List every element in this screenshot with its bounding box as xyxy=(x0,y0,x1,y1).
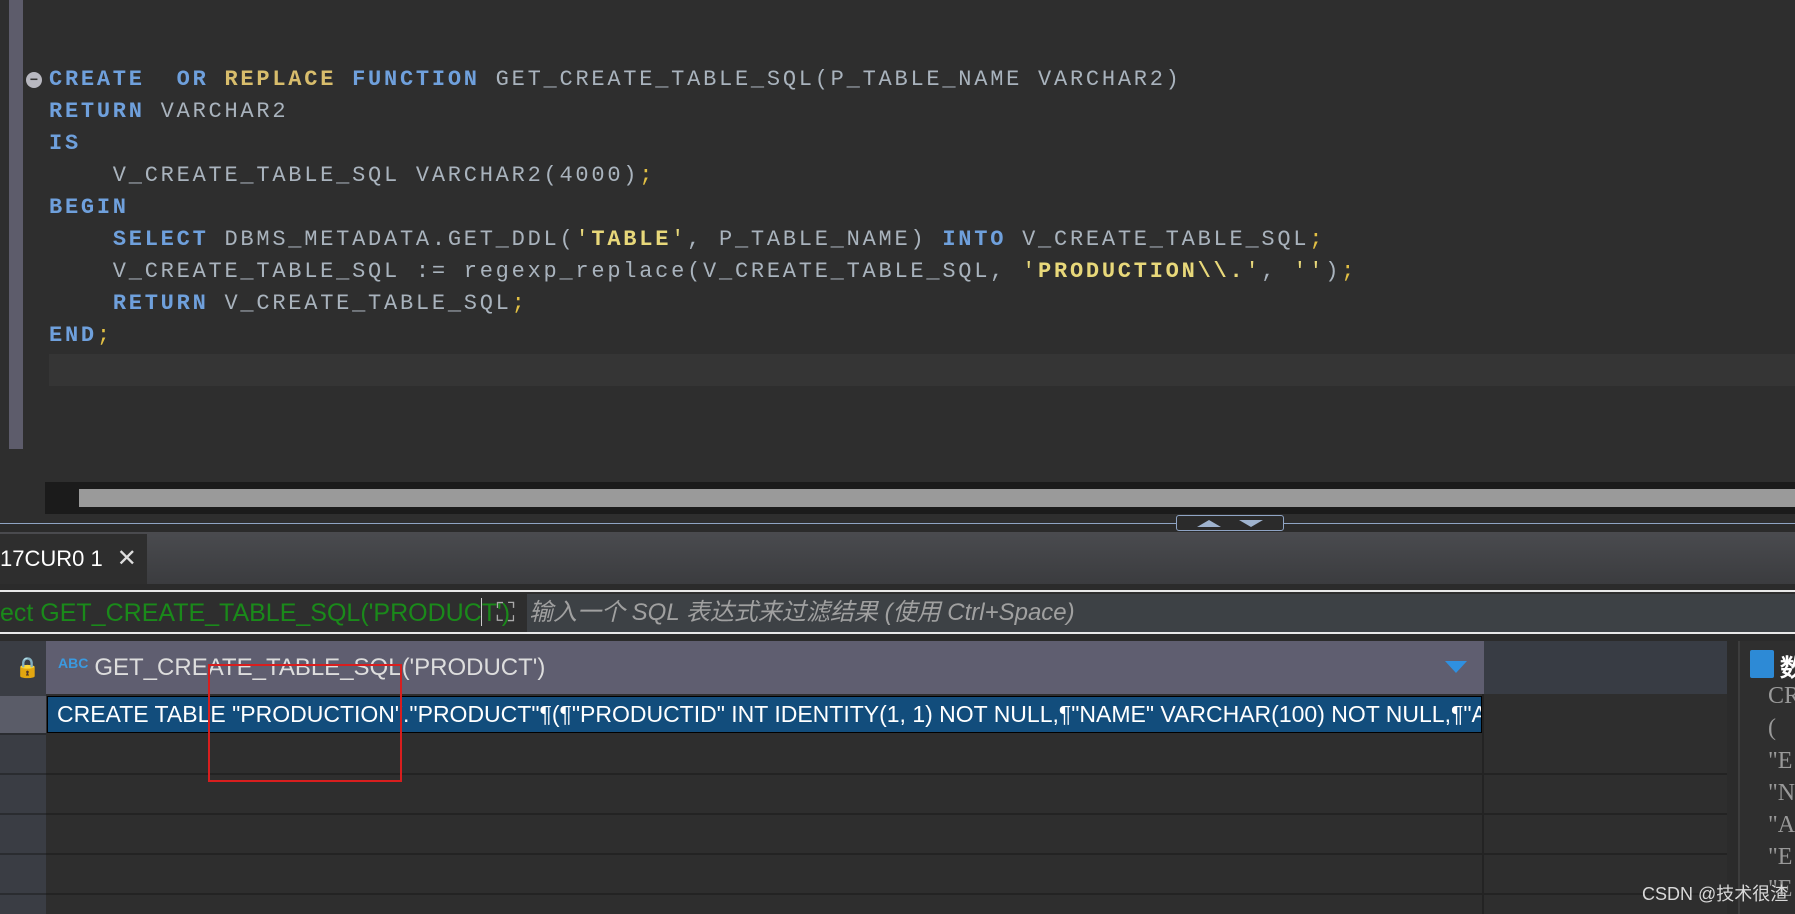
code-token: ; xyxy=(511,291,528,316)
column-divider xyxy=(1482,694,1484,914)
empty-header xyxy=(1484,641,1727,694)
divider xyxy=(481,598,482,626)
code-token: BEGIN xyxy=(49,195,129,220)
results-tab-bar xyxy=(0,532,1795,584)
splitter-handle[interactable] xyxy=(1176,515,1284,531)
panel-line: "E xyxy=(1768,748,1793,774)
code-token: , P_TABLE_NAME) xyxy=(687,227,943,252)
tab-label: 17CUR0 1 xyxy=(0,546,103,571)
code-token: OR xyxy=(176,67,209,92)
code-token: TABLE xyxy=(591,227,672,252)
code-token: VARCHAR2 xyxy=(144,99,289,124)
code-token: RETURN xyxy=(49,99,145,124)
code-line: IS xyxy=(49,128,81,160)
code-token: ; xyxy=(1309,227,1326,252)
row-number-selected[interactable] xyxy=(0,696,46,733)
grid-line xyxy=(46,813,1727,815)
tab-result[interactable]: 17CUR0 1 ✕ xyxy=(0,534,147,584)
panel-line: ( xyxy=(1768,715,1776,741)
fold-collapse-icon[interactable]: − xyxy=(26,72,42,88)
code-line: RETURN VARCHAR2 xyxy=(49,96,288,128)
panel-title: 数 xyxy=(1780,655,1795,682)
row-divider xyxy=(0,893,46,895)
code-token: V_CREATE_TABLE_SQL VARCHAR2(4000) xyxy=(49,163,640,188)
code-token: REPLACE xyxy=(224,67,337,92)
code-line: SELECT DBMS_METADATA.GET_DDL('TABLE', P_… xyxy=(49,224,1325,256)
code-token: ; xyxy=(96,323,113,348)
query-text: ect GET_CREATE_TABLE_SQL('PRODUCT') xyxy=(0,599,511,627)
code-line: END; xyxy=(49,320,113,352)
code-token: V_CREATE_TABLE_SQL xyxy=(1006,227,1310,252)
code-token: DBMS_METADATA.GET_DDL( xyxy=(208,227,576,252)
code-token: CREATE xyxy=(49,67,145,92)
row-divider xyxy=(0,813,46,815)
current-line-highlight xyxy=(49,354,1795,386)
code-token: ' xyxy=(575,227,592,252)
row-number-column xyxy=(0,641,46,914)
code-line: CREATE OR REPLACE FUNCTION GET_CREATE_TA… xyxy=(49,64,1182,96)
expand-icon[interactable]: ⛶ xyxy=(490,597,521,627)
sort-dropdown-icon[interactable] xyxy=(1445,661,1467,673)
code-token: ' xyxy=(1245,259,1262,284)
code-token: PRODUCTION\\. xyxy=(1038,259,1246,284)
row-divider xyxy=(0,853,46,855)
code-token: '' xyxy=(1293,259,1326,284)
code-token: ' xyxy=(671,227,688,252)
code-token: ' xyxy=(1022,259,1039,284)
code-token: ; xyxy=(639,163,656,188)
panel-line: "A xyxy=(1768,812,1795,838)
row-divider xyxy=(0,733,46,735)
panel-icon xyxy=(1750,650,1774,678)
panel-line: "E xyxy=(1768,844,1793,870)
panel-line: CR xyxy=(1768,683,1795,709)
filter-input[interactable] xyxy=(527,594,1795,632)
code-token: ) xyxy=(1325,259,1342,284)
code-token: SELECT xyxy=(112,227,209,252)
code-token: END xyxy=(49,323,97,348)
close-icon[interactable]: ✕ xyxy=(117,534,137,584)
code-token: IS xyxy=(49,131,81,156)
lock-icon: 🔒 xyxy=(15,657,40,679)
code-token: RETURN xyxy=(112,291,209,316)
grid-line xyxy=(46,893,1727,895)
string-type-icon: ABC xyxy=(58,654,89,671)
code-line: BEGIN xyxy=(49,192,129,224)
panel-splitter[interactable] xyxy=(0,523,1795,524)
code-line: V_CREATE_TABLE_SQL := regexp_replace(V_C… xyxy=(49,256,1357,288)
code-token: GET_CREATE_TABLE_SQL(P_TABLE_NAME VARCHA… xyxy=(479,67,1182,92)
code-token: V_CREATE_TABLE_SQL xyxy=(208,291,512,316)
panel-line: "N xyxy=(1768,780,1795,806)
code-token: , xyxy=(1261,259,1294,284)
code-line: V_CREATE_TABLE_SQL VARCHAR2(4000); xyxy=(49,160,655,192)
scrollbar-thumb[interactable] xyxy=(79,489,1795,507)
row-divider xyxy=(0,773,46,775)
highlight-annotation-box xyxy=(208,664,402,782)
code-token: FUNCTION xyxy=(352,67,480,92)
minimize-down-icon[interactable] xyxy=(1239,519,1263,527)
maximize-up-icon[interactable] xyxy=(1197,519,1221,527)
editor-gutter xyxy=(9,0,23,449)
code-token: ; xyxy=(1341,259,1358,284)
watermark: CSDN @技术很渣 xyxy=(1642,884,1789,904)
grid-line xyxy=(46,853,1727,855)
code-token: INTO xyxy=(942,227,1007,252)
code-line: RETURN V_CREATE_TABLE_SQL; xyxy=(49,288,528,320)
code-token: V_CREATE_TABLE_SQL := regexp_replace(V_C… xyxy=(49,259,1023,284)
